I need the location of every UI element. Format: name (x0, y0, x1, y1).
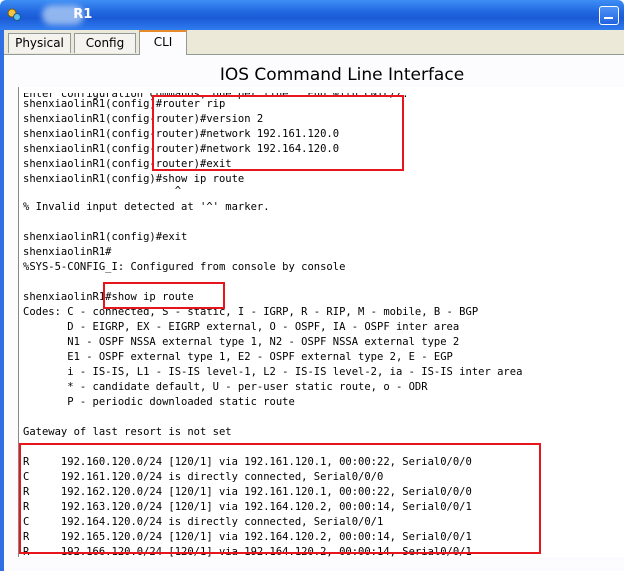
console-line: i - IS-IS, L1 - IS-IS level-1, L2 - IS-I… (23, 366, 523, 378)
cli-heading: IOS Command Line Interface (219, 65, 465, 85)
minimize-icon (604, 17, 613, 19)
console-line: E1 - OSPF external type 1, E2 - OSPF ext… (23, 351, 453, 363)
minimize-button[interactable] (599, 6, 619, 25)
console-line: % Invalid input detected at '^' marker. (23, 201, 270, 213)
highlight-box-show-ip-route (103, 282, 225, 309)
console-line: D - EIGRP, EX - EIGRP external, O - OSPF… (23, 321, 460, 333)
console-line: shenxiaolinR1(config)#exit (23, 231, 188, 243)
window-title: R1 (73, 7, 93, 22)
console-line: * - candidate default, U - per-user stat… (23, 381, 428, 393)
console-line: shenxiaolinR1# (23, 246, 112, 258)
highlight-box-routing-table (19, 443, 541, 554)
window-titlebar[interactable]: R1 (0, 0, 624, 30)
tab-bar: Physical Config CLI (4, 30, 624, 55)
tab-physical[interactable]: Physical (8, 33, 71, 53)
console-line: %SYS-5-CONFIG_I: Configured from console… (23, 261, 346, 273)
console-line: ^ (23, 185, 182, 197)
console-line: P - periodic downloaded static route (23, 396, 295, 408)
console-line: N1 - OSPF NSSA external type 1, N2 - OSP… (23, 336, 460, 348)
tab-cli[interactable]: CLI (139, 30, 187, 55)
app-icon (7, 8, 21, 21)
tab-config[interactable]: Config (74, 33, 136, 53)
console-line: Gateway of last resort is not set (23, 426, 232, 438)
console-line: Codes: C - connected, S - static, I - IG… (23, 306, 479, 318)
highlight-box-rip-config (152, 95, 404, 171)
